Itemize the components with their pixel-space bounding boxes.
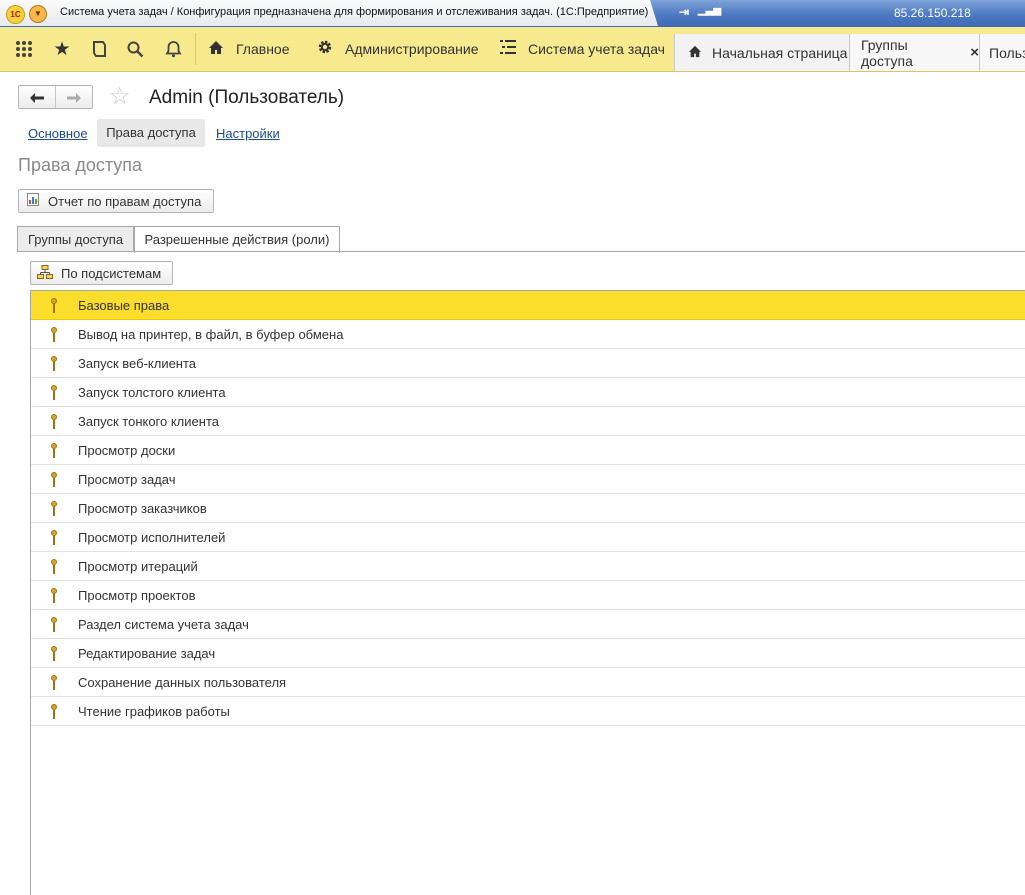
role-row[interactable]: Просмотр проектов <box>31 581 1025 610</box>
tabs-divider <box>17 251 1025 252</box>
role-label: Вывод на принтер, в файл, в буфер обмена <box>78 327 344 342</box>
gear-icon <box>317 39 333 59</box>
role-row[interactable]: Просмотр задач <box>31 465 1025 494</box>
role-row[interactable]: Просмотр доски <box>31 436 1025 465</box>
by-subsystems-button[interactable]: По подсистемам <box>30 261 173 285</box>
close-tab-icon[interactable]: × <box>970 44 979 61</box>
key-icon <box>51 443 57 458</box>
role-label: Раздел система учета задач <box>78 617 249 632</box>
key-icon <box>51 559 57 574</box>
nav-section-main[interactable]: Главное <box>208 27 290 71</box>
role-row[interactable]: Раздел система учета задач <box>31 610 1025 639</box>
hierarchy-icon <box>37 264 53 282</box>
open-tab-label: Начальная страница <box>712 44 848 61</box>
server-ip: 85.26.150.218 <box>894 6 971 20</box>
role-row[interactable]: Сохранение данных пользователя <box>31 668 1025 697</box>
nav-label: Главное <box>236 41 290 57</box>
role-label: Запуск толстого клиента <box>78 385 226 400</box>
role-row[interactable]: Запуск толстого клиента <box>31 378 1025 407</box>
main-menu-button[interactable]: ▼ <box>29 5 47 23</box>
tab-access-groups[interactable]: Группы доступа <box>17 226 134 252</box>
key-icon <box>51 327 57 342</box>
window-titlebar: 1С ▼ Система учета задач / Конфигурация … <box>0 0 1025 27</box>
role-row[interactable]: Просмотр итераций <box>31 552 1025 581</box>
open-tab-home[interactable]: Начальная страница <box>674 34 849 71</box>
role-row[interactable]: Запуск веб-клиента <box>31 349 1025 378</box>
role-label: Просмотр исполнителей <box>78 530 226 545</box>
role-row[interactable]: Просмотр исполнителей <box>31 523 1025 552</box>
list-icon <box>500 40 516 58</box>
key-icon <box>51 704 57 719</box>
role-row[interactable]: Редактирование задач <box>31 639 1025 668</box>
window-title: Система учета задач / Конфигурация предн… <box>60 6 649 18</box>
history-nav-buttons <box>18 85 93 109</box>
role-row[interactable]: Базовые права <box>31 291 1025 320</box>
role-row[interactable]: Вывод на принтер, в файл, в буфер обмена <box>31 320 1025 349</box>
roles-list: Базовые права Вывод на принтер, в файл, в… <box>30 290 1025 895</box>
signal-icon: ▁▃▅ <box>698 5 722 16</box>
favorites-star-icon[interactable]: ★ <box>50 27 74 71</box>
page-title: Права доступа <box>18 155 143 175</box>
key-icon <box>51 414 57 429</box>
role-label: Сохранение данных пользователя <box>78 675 287 690</box>
app-logo-icon: 1С <box>6 5 25 24</box>
key-icon <box>51 356 57 371</box>
open-tab-label: Группы доступа <box>861 36 913 69</box>
search-icon[interactable] <box>123 27 147 71</box>
role-label: Базовые права <box>78 298 170 313</box>
role-label: Запуск тонкого клиента <box>78 414 219 429</box>
role-label: Чтение графиков работы <box>78 704 230 719</box>
connection-icon: ⇥ <box>679 5 690 19</box>
role-label: Просмотр доски <box>78 443 176 458</box>
nav-label: Система учета задач <box>528 41 665 57</box>
open-tab-label: Польз <box>989 44 1025 61</box>
section-link-access-rights[interactable]: Права доступа <box>97 119 205 147</box>
open-tab-users[interactable]: Польз <box>979 34 1025 71</box>
button-label: По подсистемам <box>61 265 162 281</box>
section-link-settings[interactable]: Настройки <box>216 126 280 141</box>
title-panel: 1С ▼ Система учета задач / Конфигурация … <box>0 0 658 26</box>
key-icon <box>51 646 57 661</box>
toolbar-separator <box>195 33 196 65</box>
key-icon <box>51 617 57 632</box>
role-row[interactable]: Чтение графиков работы <box>31 697 1025 726</box>
role-label: Просмотр заказчиков <box>78 501 207 516</box>
key-icon <box>51 472 57 487</box>
report-icon <box>27 193 39 209</box>
access-report-button[interactable]: Отчет по правам доступа <box>18 189 214 213</box>
role-row[interactable]: Просмотр заказчиков <box>31 494 1025 523</box>
nav-label: Администрирование <box>345 41 479 57</box>
key-icon <box>51 385 57 400</box>
role-label: Запуск веб-клиента <box>78 356 197 371</box>
role-label: Редактирование задач <box>78 646 216 661</box>
key-icon <box>51 675 57 690</box>
section-link-main[interactable]: Основное <box>28 126 88 141</box>
home-icon <box>208 40 224 59</box>
role-row[interactable]: Запуск тонкого клиента <box>31 407 1025 436</box>
notifications-bell-icon[interactable] <box>161 27 185 71</box>
favorite-star-icon[interactable]: ☆ <box>109 82 131 111</box>
back-arrow-icon[interactable] <box>19 86 55 108</box>
key-icon <box>51 298 57 313</box>
key-icon <box>51 588 57 603</box>
tab-allowed-roles[interactable]: Разрешенные действия (роли) <box>134 226 340 253</box>
history-icon[interactable] <box>87 27 111 71</box>
role-label: Просмотр задач <box>78 472 176 487</box>
key-icon <box>51 501 57 516</box>
open-tab-access-groups[interactable]: Группы доступа × <box>849 34 979 71</box>
form-title: Admin (Пользователь) <box>149 87 345 108</box>
key-icon <box>51 530 57 545</box>
forward-arrow-icon[interactable] <box>55 86 92 108</box>
role-label: Просмотр итераций <box>78 559 198 574</box>
apps-grid-icon[interactable] <box>12 27 36 71</box>
nav-section-administration[interactable]: Администрирование <box>317 27 479 71</box>
nav-section-task-system[interactable]: Система учета задач <box>500 27 665 71</box>
role-label: Просмотр проектов <box>78 588 196 603</box>
home-icon <box>688 45 702 61</box>
button-label: Отчет по правам доступа <box>48 193 202 209</box>
